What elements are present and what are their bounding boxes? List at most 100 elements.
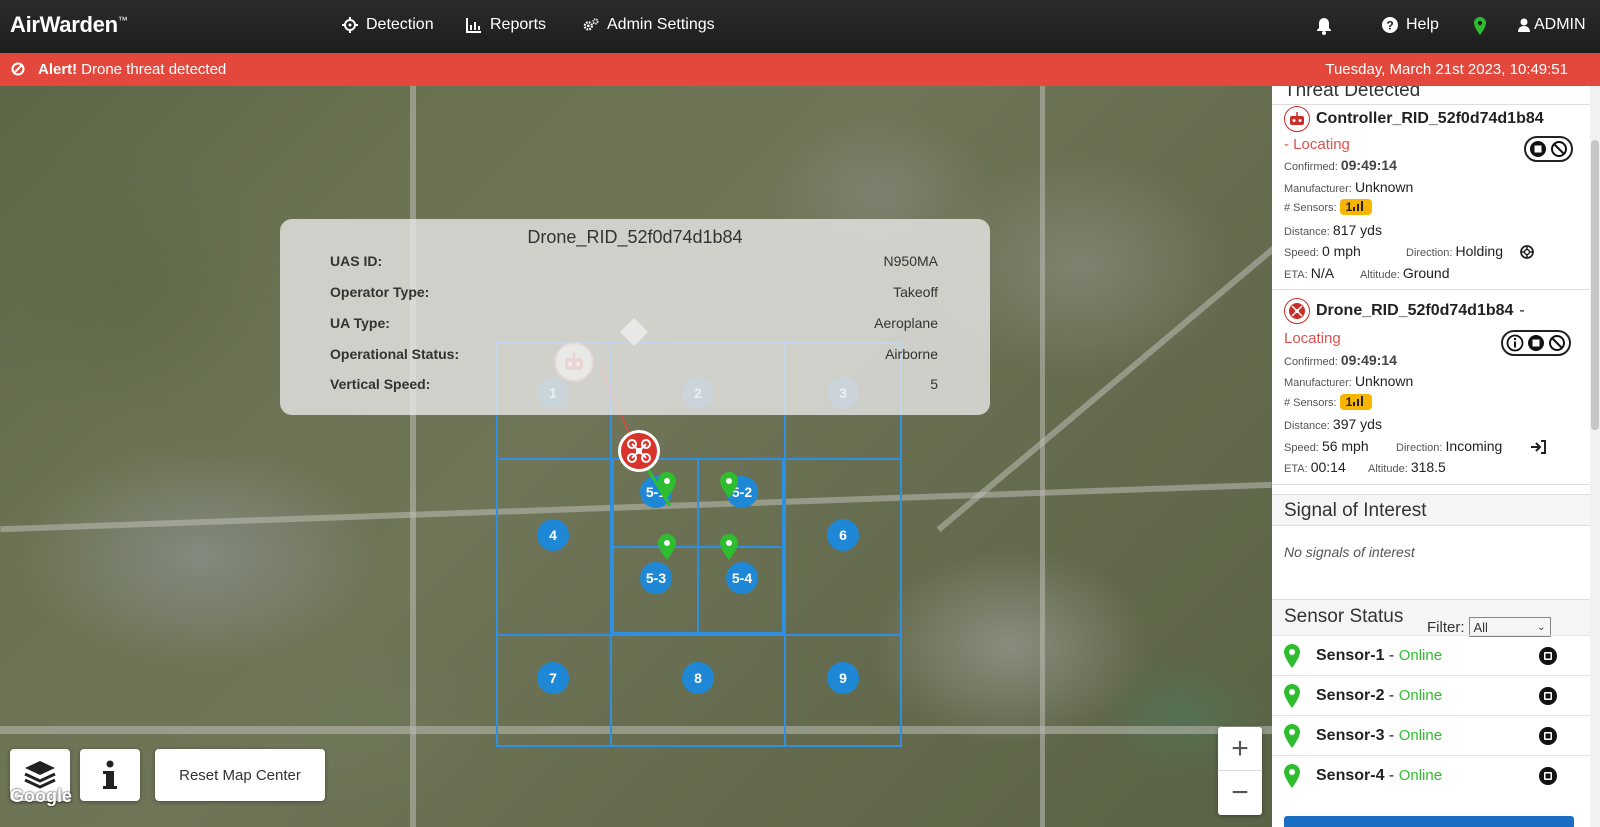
zone-grid-line: [496, 634, 902, 636]
threat-entry-title[interactable]: Drone_RID_52f0d74d1b84 -: [1284, 298, 1525, 324]
threat-manufacturer: Manufacturer: Unknown: [1284, 179, 1414, 195]
sensor-row[interactable]: Sensor-3 - Online: [1272, 715, 1590, 755]
threat-actions: [1501, 330, 1571, 356]
nav-detection-label: Detection: [366, 16, 434, 33]
popup-row: UA Type: Aeroplane: [330, 315, 938, 331]
map-sensor-pin-icon[interactable]: [720, 472, 738, 498]
chevron-down-icon: ⌄: [1537, 621, 1546, 633]
divider: [1272, 484, 1590, 485]
sensor-row[interactable]: Sensor-1 - Online: [1272, 635, 1590, 675]
threat-speed: Speed: 0 mph: [1284, 243, 1361, 259]
nav-admin-label: Admin Settings: [607, 16, 715, 33]
threat-sensors: # Sensors: 1: [1284, 199, 1373, 215]
map-sensor-pin-icon[interactable]: [720, 534, 738, 560]
threat-distance: Distance: 397 yds: [1284, 416, 1382, 432]
holding-icon: [1520, 245, 1534, 259]
threat-entry-title[interactable]: Controller_RID_52f0d74d1b84: [1284, 106, 1544, 132]
threat-direction: Direction: Incoming: [1396, 438, 1503, 454]
stop-icon[interactable]: [1538, 726, 1558, 746]
popup-row: Operational Status: Airborne: [330, 346, 938, 362]
sensor-filter: Filter: All ⌄: [1427, 617, 1551, 637]
ban-icon: [11, 62, 25, 76]
stop-icon[interactable]: [1538, 686, 1558, 706]
threat-altitude: Altitude: 318.5: [1368, 459, 1446, 475]
zone-marker-7[interactable]: 7: [537, 662, 569, 694]
sensor-pin-icon: [1284, 764, 1300, 788]
drone-marker-icon[interactable]: [618, 430, 660, 472]
stop-icon[interactable]: [1527, 334, 1545, 352]
zone-marker-8[interactable]: 8: [682, 662, 714, 694]
stop-icon[interactable]: [1538, 646, 1558, 666]
nav-admin-settings[interactable]: Admin Settings: [583, 16, 715, 34]
threat-eta: ETA: 00:14: [1284, 459, 1346, 475]
map-sensor-pin-icon[interactable]: [658, 534, 676, 560]
zone-marker-4[interactable]: 4: [537, 519, 569, 551]
help-link[interactable]: ? Help: [1382, 16, 1439, 34]
threat-actions: [1524, 136, 1573, 162]
incoming-arrow-icon: [1531, 440, 1546, 454]
zone-marker-9[interactable]: 9: [827, 662, 859, 694]
threat-status: Locating: [1284, 330, 1341, 347]
user-icon: [1518, 18, 1530, 32]
zone-marker-5-3[interactable]: 5-3: [640, 562, 672, 594]
sensor-name: Sensor-4 - Online: [1316, 767, 1443, 784]
bar-chart-icon: [466, 18, 481, 33]
location-pin-icon[interactable]: [1474, 17, 1486, 35]
user-label: ADMIN: [1534, 16, 1586, 33]
filter-select[interactable]: All ⌄: [1468, 617, 1551, 637]
stop-icon[interactable]: [1529, 140, 1547, 158]
reset-map-center-button[interactable]: Reset Map Center: [155, 749, 325, 801]
map-road: [1040, 86, 1045, 827]
info-button[interactable]: [80, 749, 140, 801]
help-label: Help: [1406, 16, 1439, 33]
sensor-row[interactable]: Sensor-4 - Online: [1272, 755, 1590, 795]
filter-label: Filter:: [1427, 618, 1465, 636]
popup-row: Vertical Speed: 5: [330, 376, 938, 392]
panel-scroll-thumb[interactable]: [1591, 140, 1599, 430]
sensor-name: Sensor-1 - Online: [1316, 647, 1443, 664]
nav-reports[interactable]: Reports: [466, 16, 546, 34]
sensor-pin-icon: [1284, 724, 1300, 748]
no-signals-text: No signals of interest: [1284, 544, 1415, 560]
zone-grid-line: [612, 546, 784, 548]
map-view[interactable]: 1 2 3 4 5-1 5-2 5-3 5-4 6 7 8 9 Drone_RI…: [0, 86, 1272, 827]
user-menu[interactable]: ADMIN: [1518, 16, 1586, 34]
info-circle-icon[interactable]: [1506, 334, 1524, 352]
sensor-row[interactable]: Sensor-2 - Online: [1272, 675, 1590, 715]
panel-bottom-button[interactable]: [1284, 816, 1574, 827]
sensor-pin-icon: [1284, 644, 1300, 668]
zoom-in-button[interactable]: +: [1218, 727, 1262, 771]
threat-status: - Locating: [1284, 136, 1350, 153]
ban-icon[interactable]: [1550, 140, 1568, 158]
bell-icon[interactable]: [1316, 17, 1332, 35]
popup-title: Drone_RID_52f0d74d1b84: [527, 227, 743, 247]
threat-sensors: # Sensors: 1: [1284, 394, 1373, 410]
nav-detection[interactable]: Detection: [342, 16, 434, 34]
popup-row: UAS ID: N950MA: [330, 253, 938, 269]
google-attribution: Google: [10, 786, 72, 806]
ban-icon[interactable]: [1548, 334, 1566, 352]
sensor-pin-icon: [1284, 684, 1300, 708]
app-logo[interactable]: AirWarden™: [10, 12, 128, 38]
svg-text:?: ?: [1386, 19, 1393, 33]
threat-manufacturer: Manufacturer: Unknown: [1284, 373, 1414, 389]
crosshair-icon: [342, 17, 358, 33]
top-navbar: AirWarden™ Detection Reports Admin Setti…: [0, 0, 1600, 53]
threat-altitude: Altitude: Ground: [1360, 265, 1450, 281]
controller-icon: [1284, 106, 1310, 132]
divider: [1272, 289, 1590, 290]
sensor-name: Sensor-2 - Online: [1316, 687, 1443, 704]
threat-panel: Threat Detected Controller_RID_52f0d74d1…: [1272, 86, 1590, 827]
threat-confirmed: Confirmed: 09:49:14: [1284, 157, 1397, 173]
signal-bars-badge-icon: 1: [1339, 394, 1373, 410]
nav-reports-label: Reports: [490, 16, 547, 33]
threat-heading: Threat Detected: [1284, 86, 1421, 101]
zoom-out-button[interactable]: −: [1218, 771, 1262, 815]
info-icon: [103, 760, 117, 789]
zone-marker-5-4[interactable]: 5-4: [726, 562, 758, 594]
zone-marker-6[interactable]: 6: [827, 519, 859, 551]
drone-icon: [1284, 298, 1310, 324]
stop-icon[interactable]: [1538, 766, 1558, 786]
threat-distance: Distance: 817 yds: [1284, 222, 1382, 238]
alert-datetime: Tuesday, March 21st 2023, 10:49:51: [1325, 61, 1568, 78]
